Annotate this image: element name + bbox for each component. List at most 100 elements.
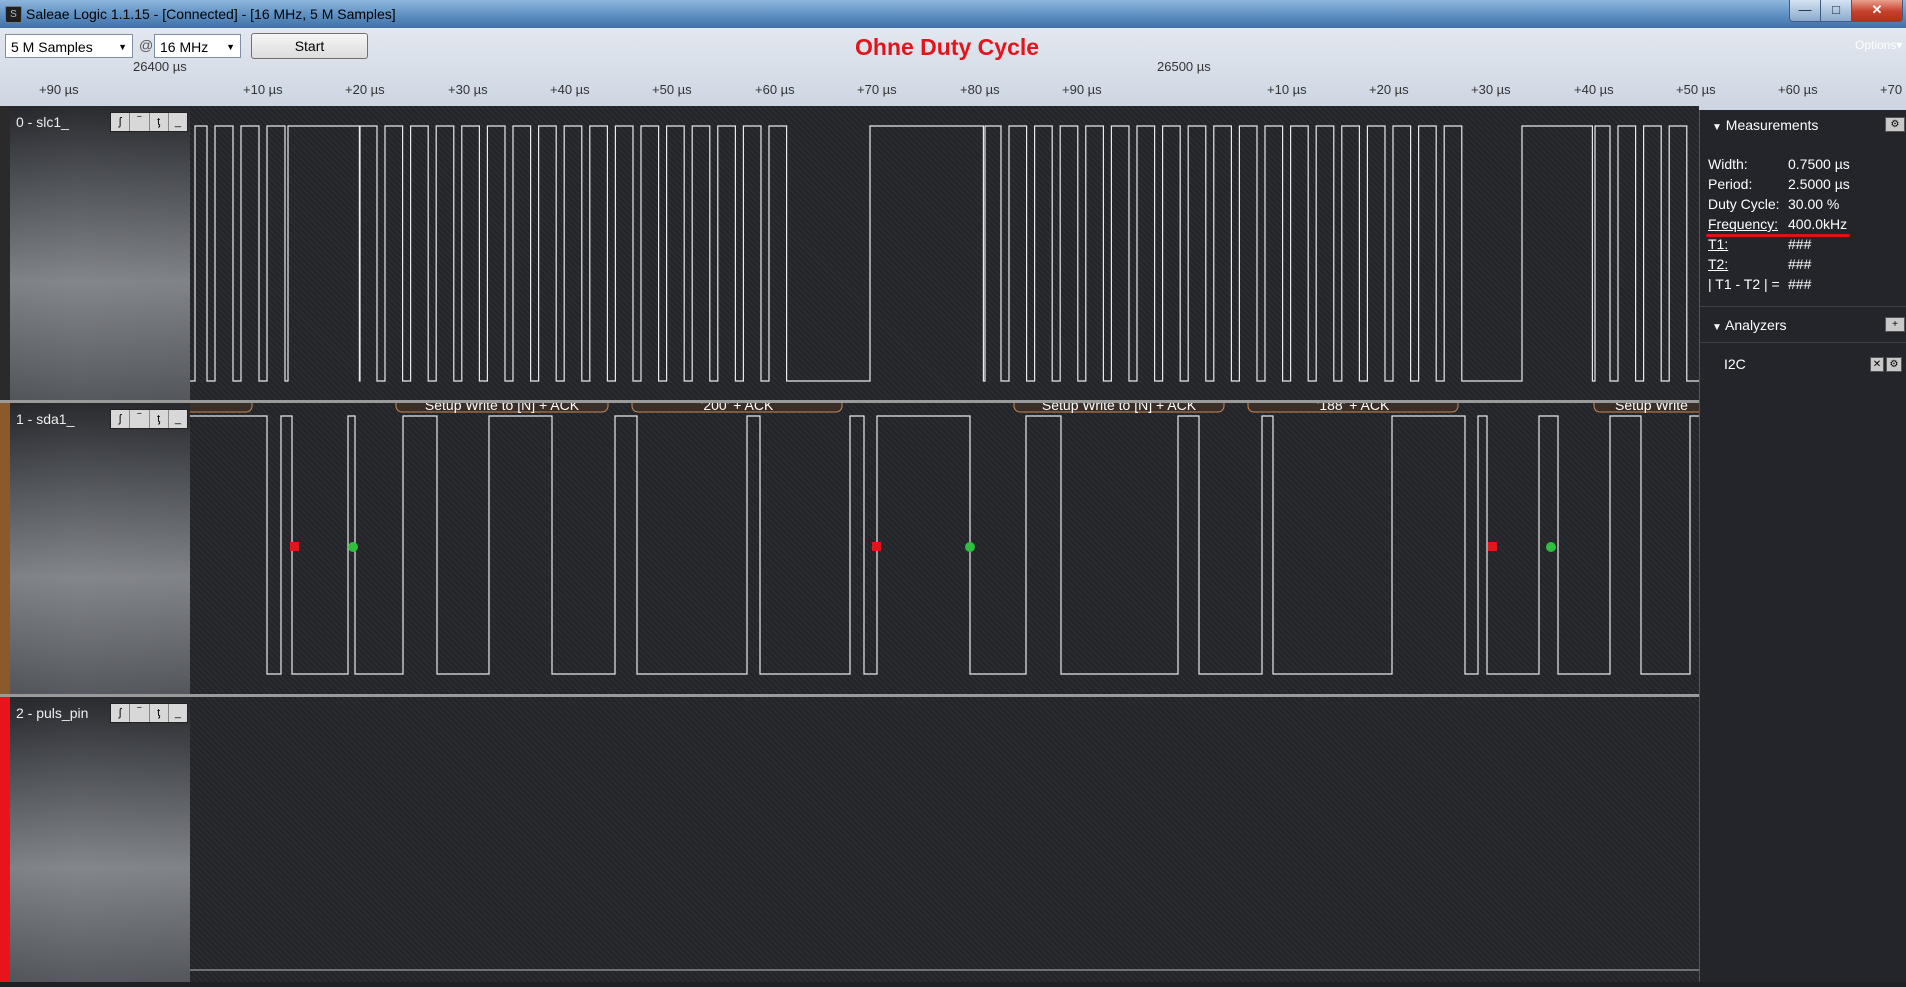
ruler-tick: +60 µs	[1778, 82, 1818, 97]
channel-2-trigger-buttons: ʃ ‾ ƫ _	[110, 703, 188, 723]
measurement-value: ###	[1788, 276, 1812, 292]
channel-1-label-panel[interactable]: 1 - sda1_ ʃ ‾ ƫ _	[0, 403, 190, 694]
measurement-label: Width:	[1708, 156, 1748, 172]
channel-0-waveform-area[interactable]	[190, 106, 1699, 400]
chevron-down-icon: ▼	[118, 42, 127, 52]
channel-2-waveform	[190, 969, 1699, 971]
i2c-frame-bubble[interactable]: '188' + ACK	[1247, 397, 1459, 413]
channel-shade	[10, 106, 190, 400]
ruler-tick: +50 µs	[652, 82, 692, 97]
i2c-start-marker[interactable]	[1488, 542, 1497, 551]
channel-2-label-panel[interactable]: 2 - puls_pin ʃ ‾ ƫ _	[0, 697, 190, 982]
i2c-frame-label: Setup Write	[1615, 403, 1688, 413]
panel-divider	[1700, 306, 1906, 307]
title-bar: S Saleae Logic 1.1.15 - [Connected] - [1…	[0, 0, 1906, 29]
trigger-high-icon[interactable]: ‾	[130, 113, 150, 131]
i2c-frame-bubble[interactable]: Setup Write	[1593, 397, 1715, 413]
gear-icon[interactable]: ⚙	[1886, 357, 1902, 372]
measurement-label: Frequency:	[1708, 216, 1779, 232]
ruler-tick: +60 µs	[755, 82, 795, 97]
channel-0-name[interactable]: 0 - slc1_	[16, 114, 69, 130]
rate-select[interactable]: 16 MHz ▼	[154, 34, 241, 58]
i2c-frame-bubble[interactable]: '200' + ACK	[631, 397, 843, 413]
channel-shade	[10, 697, 190, 982]
close-icon[interactable]: ✕	[1870, 357, 1884, 372]
measurement-label[interactable]: T1:	[1708, 236, 1728, 252]
i2c-frame-label: '200' + ACK	[701, 403, 774, 413]
start-button[interactable]: Start	[251, 33, 368, 59]
trigger-rising-icon[interactable]: ʃ	[111, 410, 131, 428]
trigger-low-icon[interactable]: _	[169, 113, 187, 131]
time-ruler[interactable]: +90 µs +10 µs +20 µs +30 µs +40 µs +50 µ…	[0, 82, 1906, 104]
measurement-value: 2.5000 µs	[1788, 176, 1850, 192]
channel-0-waveform	[190, 125, 1699, 382]
ruler-tick: +40 µs	[550, 82, 590, 97]
ruler-tick: +50 µs	[1676, 82, 1716, 97]
channel-shade	[10, 403, 190, 694]
minimize-button[interactable]: —	[1789, 0, 1821, 22]
measurements-header[interactable]: ▼ Measurements	[1712, 117, 1818, 133]
gear-icon[interactable]: ⚙	[1885, 117, 1905, 132]
samples-select[interactable]: 5 M Samples ▼	[5, 34, 133, 58]
collapse-triangle-icon[interactable]: ▼	[1712, 122, 1722, 133]
close-button[interactable]: ✕	[1851, 0, 1903, 22]
channel-2-name[interactable]: 2 - puls_pin	[16, 705, 88, 721]
ruler-tick: +90 µs	[39, 82, 79, 97]
at-sign: @	[139, 37, 154, 53]
ruler-tick: +20 µs	[345, 82, 385, 97]
annotation-heading: Ohne Duty Cycle	[855, 34, 1040, 60]
i2c-frame-bubble[interactable]: Setup Write to [N] + ACK	[395, 397, 609, 413]
i2c-stop-marker[interactable]	[965, 542, 975, 552]
trigger-falling-icon[interactable]: ƫ	[150, 113, 169, 131]
channel-1-name[interactable]: 1 - sda1_	[16, 411, 74, 427]
measurement-width: Width: 0.7500 µs	[1708, 156, 1850, 172]
ruler-tick: +20 µs	[1369, 82, 1409, 97]
trigger-high-icon[interactable]: ‾	[130, 704, 150, 722]
maximize-button[interactable]: □	[1820, 0, 1852, 22]
channel-1-waveform-area[interactable]: Setup Write to [N] + ACK '200' + ACK Set…	[169, 397, 1715, 694]
trigger-falling-icon[interactable]: ƫ	[150, 704, 169, 722]
channel-0-trigger-buttons: ʃ ‾ ƫ _	[110, 112, 188, 132]
channel-0-label-panel[interactable]: 0 - slc1_ ʃ ‾ ƫ _	[0, 106, 190, 400]
measurement-value: ###	[1788, 236, 1812, 252]
ruler-tick: +70	[1880, 82, 1903, 97]
measurement-value: ###	[1788, 256, 1812, 272]
timeline-major-label-left: 26400 µs	[133, 59, 187, 74]
trigger-low-icon[interactable]: _	[169, 704, 187, 722]
side-panel: ▼ Measurements ⚙ Width: 0.7500 µs Period…	[1699, 110, 1906, 982]
i2c-frame-bubble[interactable]	[169, 397, 253, 413]
measurement-label[interactable]: T2:	[1708, 256, 1728, 272]
trigger-high-icon[interactable]: ‾	[130, 410, 150, 428]
ruler-tick: +40 µs	[1574, 82, 1614, 97]
options-button[interactable]: Options▾	[1855, 38, 1902, 52]
trigger-rising-icon[interactable]: ʃ	[111, 113, 131, 131]
ruler-tick: +70 µs	[857, 82, 897, 97]
samples-select-value: 5 M Samples	[11, 39, 93, 55]
measurement-frequency: Frequency: 400.0kHz	[1708, 216, 1847, 232]
trigger-falling-icon[interactable]: ƫ	[150, 410, 169, 428]
ruler-tick: +30 µs	[1471, 82, 1511, 97]
i2c-frame-bubble[interactable]: Setup Write to [N] + ACK	[1013, 397, 1225, 413]
app-icon[interactable]: S	[5, 6, 22, 23]
collapse-triangle-icon[interactable]: ▼	[1712, 322, 1722, 333]
measurement-value: 400.0kHz	[1788, 216, 1848, 232]
ruler-tick: +10 µs	[1267, 82, 1307, 97]
annotation-underline	[1706, 234, 1850, 237]
i2c-stop-marker[interactable]	[348, 542, 358, 552]
measurement-duty-cycle: Duty Cycle: 30.00 %	[1708, 196, 1839, 212]
i2c-stop-marker[interactable]	[1546, 542, 1556, 552]
analyzers-header[interactable]: ▼ Analyzers	[1712, 317, 1787, 333]
analyzer-item-i2c[interactable]: I2C	[1724, 356, 1746, 372]
measurement-period: Period: 2.5000 µs	[1708, 176, 1850, 192]
i2c-frame-label: Setup Write to [N] + ACK	[1042, 403, 1197, 413]
channel-color-stripe	[0, 106, 10, 400]
i2c-start-marker[interactable]	[290, 542, 299, 551]
i2c-start-marker[interactable]	[872, 542, 881, 551]
trigger-rising-icon[interactable]: ʃ	[111, 704, 131, 722]
channel-color-stripe	[0, 697, 10, 982]
channel-2-waveform-area[interactable]	[190, 697, 1699, 982]
panel-divider	[1700, 342, 1906, 343]
analyzers-title: Analyzers	[1725, 317, 1787, 333]
trigger-low-icon[interactable]: _	[169, 410, 187, 428]
add-analyzer-icon[interactable]: +	[1885, 317, 1905, 332]
